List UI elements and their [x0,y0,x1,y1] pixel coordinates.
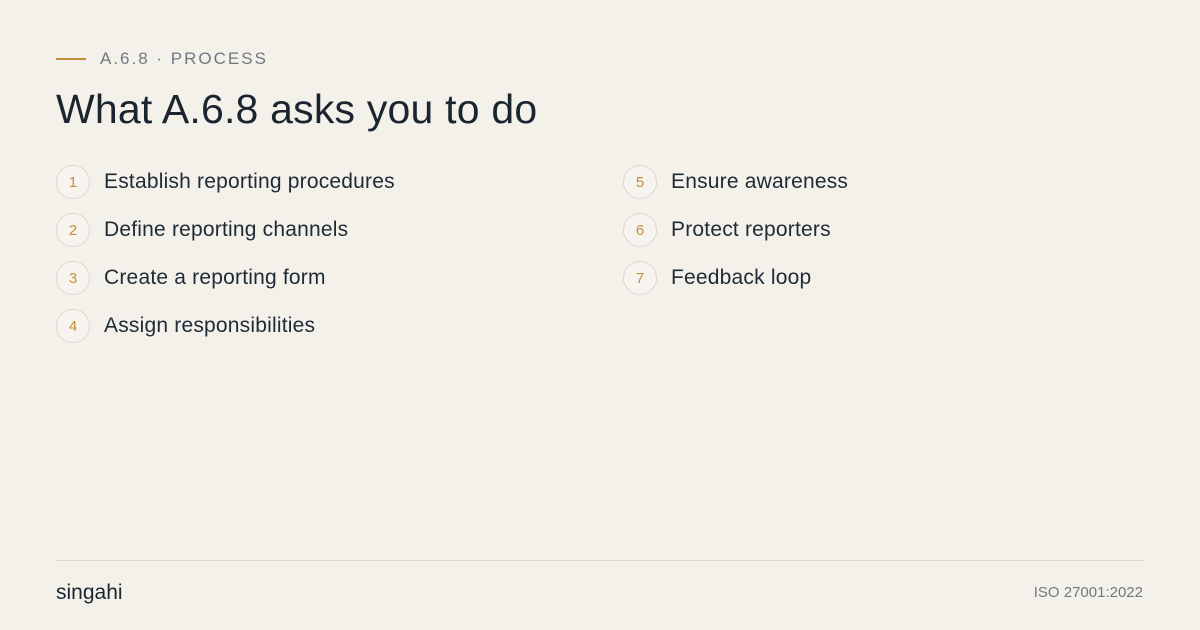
step-item: 4 Assign responsibilities [56,309,395,343]
step-number-badge: 7 [623,261,657,295]
step-number-badge: 3 [56,261,90,295]
step-item: 5 Ensure awareness [623,165,848,199]
step-item: 6 Protect reporters [623,213,848,247]
step-label: Feedback loop [671,266,812,289]
step-number-badge: 1 [56,165,90,199]
step-label: Protect reporters [671,218,831,241]
brand-name: singahi [56,581,123,604]
step-number-badge: 6 [623,213,657,247]
eyebrow-accent-line [56,58,86,60]
step-item: 3 Create a reporting form [56,261,395,295]
steps-column-right: 5 Ensure awareness 6 Protect reporters 7… [623,165,848,309]
eyebrow-label: A.6.8 · PROCESS [100,49,268,68]
step-item: 7 Feedback loop [623,261,848,295]
standard-reference: ISO 27001:2022 [1033,584,1143,601]
steps-list: 1 Establish reporting procedures 2 Defin… [56,165,1146,365]
step-label: Ensure awareness [671,170,849,193]
page-title: What A.6.8 asks you to do [56,86,538,132]
step-number-badge: 4 [56,309,90,343]
step-label: Create a reporting form [104,266,326,289]
step-label: Define reporting channels [104,218,349,241]
steps-column-left: 1 Establish reporting procedures 2 Defin… [56,165,395,357]
slide: A.6.8 · PROCESS What A.6.8 asks you to d… [0,0,1200,630]
step-number-badge: 5 [623,165,657,199]
step-label: Establish reporting procedures [104,170,395,193]
step-number-badge: 2 [56,213,90,247]
step-item: 1 Establish reporting procedures [56,165,395,199]
step-label: Assign responsibilities [104,314,316,337]
step-item: 2 Define reporting channels [56,213,395,247]
eyebrow: A.6.8 · PROCESS [56,49,268,69]
footer-divider [56,560,1144,561]
